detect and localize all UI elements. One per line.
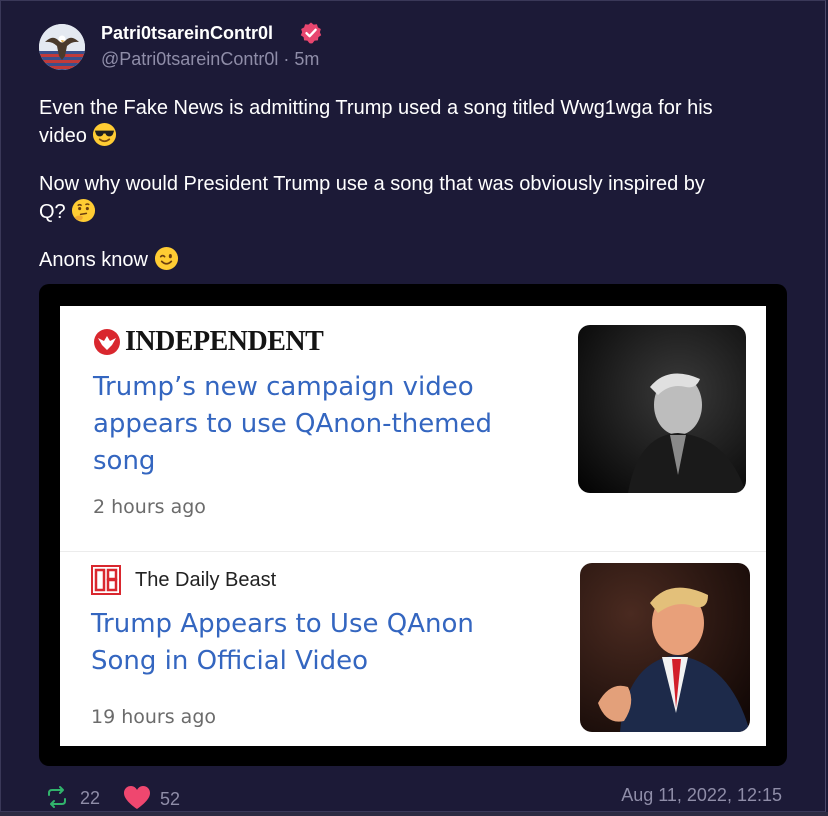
independent-source: INDEPENDENT — [93, 326, 324, 358]
article-headline-1: Trump’s new campaign video appears to us… — [93, 369, 492, 480]
daily-beast-source: The Daily Beast — [91, 565, 276, 595]
trump-bw-photo — [578, 325, 746, 493]
post-card: Patri0tsareinContr0l @Patri0tsareinContr… — [0, 0, 826, 812]
trump-color-photo — [580, 563, 750, 732]
post-text-line: Even the Fake News is admitting Trump us… — [39, 97, 713, 119]
article-headline-2: Trump Appears to Use QAnon Song in Offic… — [91, 606, 474, 680]
repost-button[interactable]: 22 — [45, 785, 100, 809]
post-paragraph-2: Now why would President Trump use a song… — [39, 171, 799, 226]
post-paragraph-3: Anons know — [39, 246, 799, 274]
handle-and-time: @Patri0tsareinContr0l · 5m — [101, 49, 320, 69]
handle[interactable]: @Patri0tsareinContr0l — [101, 49, 278, 69]
verified-badge-icon — [300, 22, 322, 44]
thinking-emoji-icon — [72, 198, 96, 223]
avatar[interactable] — [39, 24, 85, 70]
repost-count: 22 — [80, 788, 101, 808]
like-count: 52 — [160, 789, 181, 809]
winking-emoji-icon — [154, 246, 178, 271]
media-attachment[interactable]: INDEPENDENT Trump’s new campaign video a… — [39, 284, 787, 766]
post-text-line: video — [39, 125, 87, 147]
headline-line: Trump Appears to Use QAnon — [91, 609, 474, 639]
headline-line: song — [93, 446, 156, 476]
time-ago: 5m — [294, 49, 320, 69]
independent-logo-text: INDEPENDENT — [125, 326, 324, 357]
trump-portrait-color-image-icon — [580, 563, 750, 732]
post-text-line: Q? — [39, 201, 66, 223]
news-screenshot: INDEPENDENT Trump’s new campaign video a… — [60, 306, 766, 746]
repost-icon — [48, 786, 66, 808]
headline-line: Trump’s new campaign video — [93, 372, 474, 402]
like-button[interactable]: 52 — [123, 785, 180, 811]
eagle-flag-avatar-icon — [39, 24, 85, 70]
headline-line: appears to use QAnon-themed — [93, 409, 493, 439]
bottom-divider — [0, 812, 828, 816]
heart-icon — [124, 786, 150, 809]
sunglasses-emoji-icon — [93, 122, 117, 147]
post-paragraph-1: Even the Fake News is admitting Trump us… — [39, 95, 799, 150]
post-text-line: Now why would President Trump use a song… — [39, 173, 705, 195]
post-timestamp: Aug 11, 2022, 12:15 — [621, 785, 782, 805]
divider — [60, 551, 766, 552]
daily-beast-logo-icon — [91, 565, 121, 595]
article-time-2: 19 hours ago — [91, 706, 217, 728]
trump-portrait-bw-image-icon — [578, 325, 746, 493]
post-text-line: Anons know — [39, 249, 148, 271]
daily-beast-name: The Daily Beast — [135, 568, 277, 591]
headline-line: Song in Official Video — [91, 646, 369, 676]
independent-eagle-icon — [94, 329, 120, 355]
article-time-1: 2 hours ago — [93, 496, 206, 518]
display-name[interactable]: Patri0tsareinContr0l — [101, 23, 273, 44]
